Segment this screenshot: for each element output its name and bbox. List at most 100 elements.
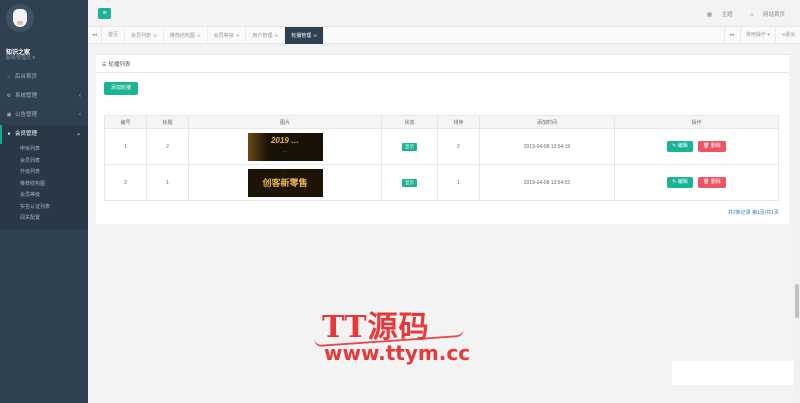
close-icon[interactable]: ⊗ (236, 33, 240, 38)
delete-button[interactable]: 🗑 删除 (698, 177, 726, 188)
col-header-id: 编号 (104, 115, 147, 129)
close-icon[interactable]: ⊗ (313, 33, 317, 38)
submenu-item-member-list[interactable]: 会员列表 (0, 156, 88, 168)
cell-actions: ✎ 编辑 🗑 删除 (614, 128, 779, 165)
submenu-item-upgrades[interactable]: 升级列表 (0, 167, 88, 179)
banner-text: 2019 … (270, 135, 300, 145)
tab-member-levels[interactable]: 会员等级 ⊗ (208, 27, 247, 44)
tab-label: 首页 (108, 32, 119, 38)
logout-button[interactable]: ⇥退出 (774, 27, 800, 44)
tab-carousel-management[interactable]: 轮播管理 ⊗ (285, 27, 324, 44)
chevron-left-icon: ‹ (79, 112, 81, 118)
tabs-right-controls: ▸▸ 常用操作 ▾ ⇥退出 (723, 27, 800, 44)
profile-area: 知识之家 超级管理员 ▾ (0, 0, 88, 68)
table-header-row: 编号 标题 图片 状态 排序 添加时间 操作 (104, 115, 779, 129)
tabs-scroll-right-button[interactable]: ▸▸ (723, 27, 740, 44)
list-icon: ☰ (102, 62, 107, 68)
page-tabs: 首页 会员列表 ⊗ 推荐结构图 ⊗ 会员等级 ⊗ 用户管理 ⊗ 轮播管理 ⊗ (102, 27, 324, 44)
edit-button[interactable]: ✎ 编辑 (667, 177, 693, 188)
submenu-item-member-levels[interactable]: 会员等级 (0, 190, 88, 202)
double-left-icon: ◂◂ (91, 32, 98, 38)
submenu-item-verification[interactable]: 实名认证列表 (0, 202, 88, 214)
add-carousel-button[interactable]: 添加轮播 (104, 82, 138, 95)
table-row: 2 1 … 创客新零售 … 显示 1 2019-04-08 12:54:02 ✎… (104, 164, 779, 201)
tab-user-management[interactable]: 用户管理 ⊗ (246, 27, 286, 44)
sidebar-nav: ⌂ 后台首页 ⚙ 系统管理 ‹ ▣ 公告管理 ‹ ● 会员管理 ⌄ (0, 68, 88, 144)
avatar[interactable] (6, 4, 34, 32)
sidebar: 知识之家 超级管理员 ▾ ⌂ 后台首页 ⚙ 系统管理 ‹ ▣ 公告管理 ‹ ● 会员管理 ⌄ … (0, 0, 88, 403)
pagination-info: 共2条记录 第1页/共1页 (727, 210, 779, 216)
common-ops-dropdown[interactable]: 常用操作 ▾ (739, 27, 775, 44)
tab-label: 轮播管理 (291, 33, 312, 39)
cell-id: 1 (104, 128, 147, 165)
tab-label: 会员等级 (213, 33, 234, 39)
tab-label: 用户管理 (252, 33, 273, 39)
profile-role-dropdown[interactable]: 超级管理员 ▾ (6, 54, 35, 61)
sidebar-item-label: 后台首页 (15, 74, 38, 80)
banner-thumbnail[interactable]: 2019 … … (247, 132, 323, 161)
tab-home[interactable]: 首页 (102, 27, 126, 44)
tab-label: 会员列表 (131, 33, 152, 39)
scrollbar-track[interactable] (794, 44, 800, 403)
banner-subtext: … (283, 187, 287, 192)
col-header-time: 添加时间 (479, 115, 615, 129)
panel-title: ☰ 轮播列表 (102, 60, 131, 68)
cell-title: 2 (146, 128, 189, 165)
grid-icon: ▦ (706, 12, 714, 18)
chevron-down-icon: ⌄ (75, 131, 81, 137)
submenu-item-level-config[interactable]: 闯关配置 (0, 213, 88, 225)
tabs-scroll-left-button[interactable]: ◂◂ (88, 27, 102, 44)
bell-icon: ▣ (6, 112, 12, 118)
menu-toggle-button[interactable]: ≡ (98, 8, 111, 19)
site-home-label: 网站首页 (762, 12, 785, 18)
logout-label: 退出 (784, 32, 795, 38)
scrollbar-thumb[interactable] (795, 284, 799, 318)
cell-time: 2019-04-08 12:54:02 (479, 164, 615, 201)
cell-id: 2 (104, 164, 147, 201)
col-header-actions: 操作 (614, 115, 779, 129)
home-icon: ⌂ (750, 12, 755, 18)
col-header-status: 状态 (381, 115, 438, 129)
sidebar-item-members[interactable]: ● 会员管理 ⌄ (0, 125, 88, 144)
banner-pretext: … (283, 170, 287, 175)
col-header-sort: 排序 (437, 115, 480, 129)
theme-link[interactable]: ▦ 主题 (699, 12, 733, 18)
tab-member-list[interactable]: 会员列表 ⊗ (125, 27, 164, 44)
common-ops-label: 常用操作 ▾ (745, 32, 770, 38)
tab-label: 推荐结构图 (169, 33, 195, 39)
submenu-item-referral-tree[interactable]: 推荐结构图 (0, 179, 88, 191)
sidebar-item-home[interactable]: ⌂ 后台首页 (0, 68, 88, 87)
blank-area (672, 361, 800, 385)
tab-referral-tree[interactable]: 推荐结构图 ⊗ (164, 27, 208, 44)
gear-icon: ⚙ (6, 93, 12, 99)
cell-time: 2019-04-08 12:54:19 (479, 128, 615, 165)
top-right-links: ▦ 主题 ⌂ 网站首页 (691, 10, 785, 18)
submenu-item-appeals[interactable]: 申诉列表 (0, 144, 88, 156)
user-icon: ● (7, 131, 11, 137)
theme-label: 主题 (721, 12, 733, 18)
cell-title: 1 (146, 164, 189, 201)
sidebar-item-system[interactable]: ⚙ 系统管理 ‹ (0, 87, 88, 106)
close-icon[interactable]: ⊗ (197, 33, 201, 38)
site-home-link[interactable]: ⌂ 网站首页 (742, 12, 785, 18)
cell-image: … 创客新零售 … (188, 164, 382, 201)
edit-button[interactable]: ✎ 编辑 (667, 141, 693, 152)
cell-status: 显示 (381, 128, 438, 165)
cell-status: 显示 (381, 164, 438, 201)
cell-sort: 2 (437, 128, 480, 165)
close-icon[interactable]: ⊗ (153, 33, 157, 38)
watermark-logo-text: TT源码 (322, 310, 430, 345)
cell-sort: 1 (437, 164, 480, 201)
top-navbar: ≡ ▦ 主题 ⌂ 网站首页 (88, 0, 800, 27)
status-badge: 显示 (402, 142, 417, 151)
banner-thumbnail[interactable]: … 创客新零售 … (247, 168, 323, 197)
col-header-title: 标题 (146, 115, 189, 129)
double-right-icon: ▸▸ (729, 32, 735, 38)
carousel-panel: ☰ 轮播列表 添加轮播 编号 标题 图片 状态 排序 添加时间 操作 1 2 20… (96, 54, 789, 224)
cell-actions: ✎ 编辑 🗑 删除 (614, 164, 779, 201)
divider (96, 72, 789, 73)
home-icon: ⌂ (7, 74, 11, 80)
close-icon[interactable]: ⊗ (274, 33, 278, 38)
sidebar-item-notice[interactable]: ▣ 公告管理 ‹ (0, 106, 88, 125)
delete-button[interactable]: 🗑 删除 (698, 141, 726, 152)
